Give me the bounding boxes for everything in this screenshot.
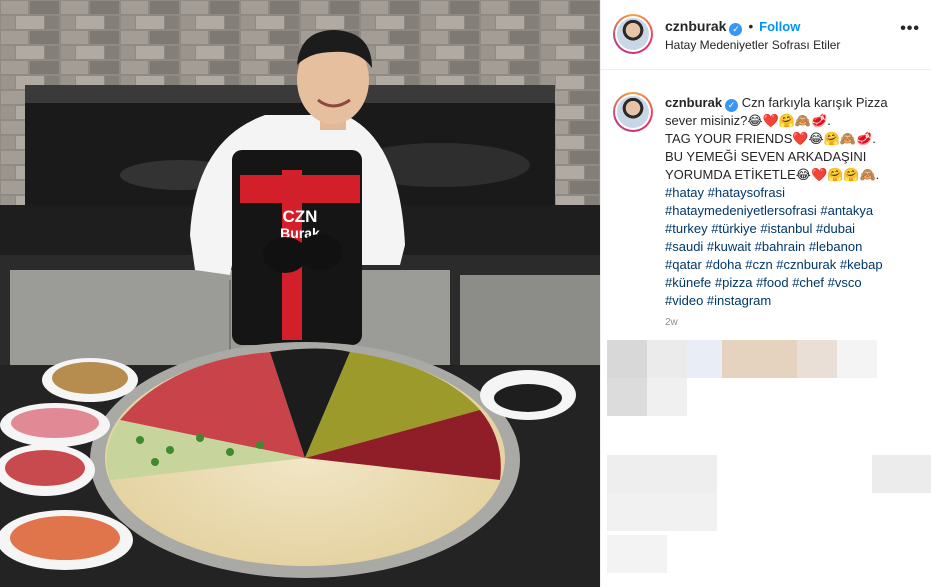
- caption-avatar[interactable]: [613, 92, 653, 132]
- media-illustration: CZN Burak: [0, 0, 600, 587]
- hashtag-line-3[interactable]: #turkey #türkiye #istanbul #dubai: [665, 221, 855, 236]
- caption-line-1: Czn farkıyla karışık Pizza: [741, 95, 888, 110]
- post-panel: cznburak ✓ • Follow Hatay Medeniyetler So…: [600, 0, 931, 587]
- caption-username[interactable]: cznburak: [665, 95, 722, 110]
- caption-text: cznburak ✓ Czn farkıyla karışık Pizza sev…: [665, 94, 925, 332]
- hashtag-line-5[interactable]: #qatar #doha #czn #cznburak #kebap: [665, 257, 883, 272]
- verified-badge-icon: ✓: [729, 23, 743, 36]
- more-options-icon[interactable]: •••: [900, 20, 920, 38]
- avatar[interactable]: [613, 14, 653, 54]
- caption-verified-badge-icon: ✓: [725, 99, 739, 112]
- username-link[interactable]: cznburak: [665, 18, 726, 34]
- caption-line-5: YORUMDA ETİKETLE😂❤️🤗🤗🙈.: [665, 167, 880, 182]
- hashtag-line-2[interactable]: #hataymedeniyetlersofrasi #antakya: [665, 203, 873, 218]
- separator-dot: •: [748, 18, 754, 34]
- follow-button[interactable]: Follow: [759, 19, 800, 34]
- hashtag-line-1[interactable]: #hatay #hataysofrasi: [665, 185, 785, 200]
- hashtag-line-7[interactable]: #video #instagram: [665, 293, 771, 308]
- post-header: cznburak ✓ • Follow Hatay Medeniyetler So…: [601, 0, 931, 70]
- hashtags: #hatay #hataysofrasi #hataymedeniyetlers…: [665, 184, 925, 310]
- hashtag-line-4[interactable]: #saudi #kuwait #bahrain #lebanon: [665, 239, 862, 254]
- location-link[interactable]: Hatay Medeniyetler Sofrası Etiler: [665, 38, 840, 52]
- caption-line-3: TAG YOUR FRIENDS❤️😂🤗🙈🥩.: [665, 131, 876, 146]
- hashtag-line-6[interactable]: #künefe #pizza #food #chef #vsco: [665, 275, 862, 290]
- post-media[interactable]: CZN Burak: [0, 0, 600, 587]
- caption-line-4: BU YEMEĞİ SEVEN ARKADAŞINI: [665, 149, 867, 164]
- pizza: [90, 342, 520, 578]
- post-time: 2w: [665, 317, 678, 328]
- blurred-comments: [607, 340, 931, 587]
- apron-text-line1: CZN: [283, 207, 318, 226]
- header-user-line: cznburak ✓ • Follow: [665, 18, 800, 36]
- caption-line-2: sever misiniz?😂❤️🤗🙈🥩.: [665, 113, 831, 128]
